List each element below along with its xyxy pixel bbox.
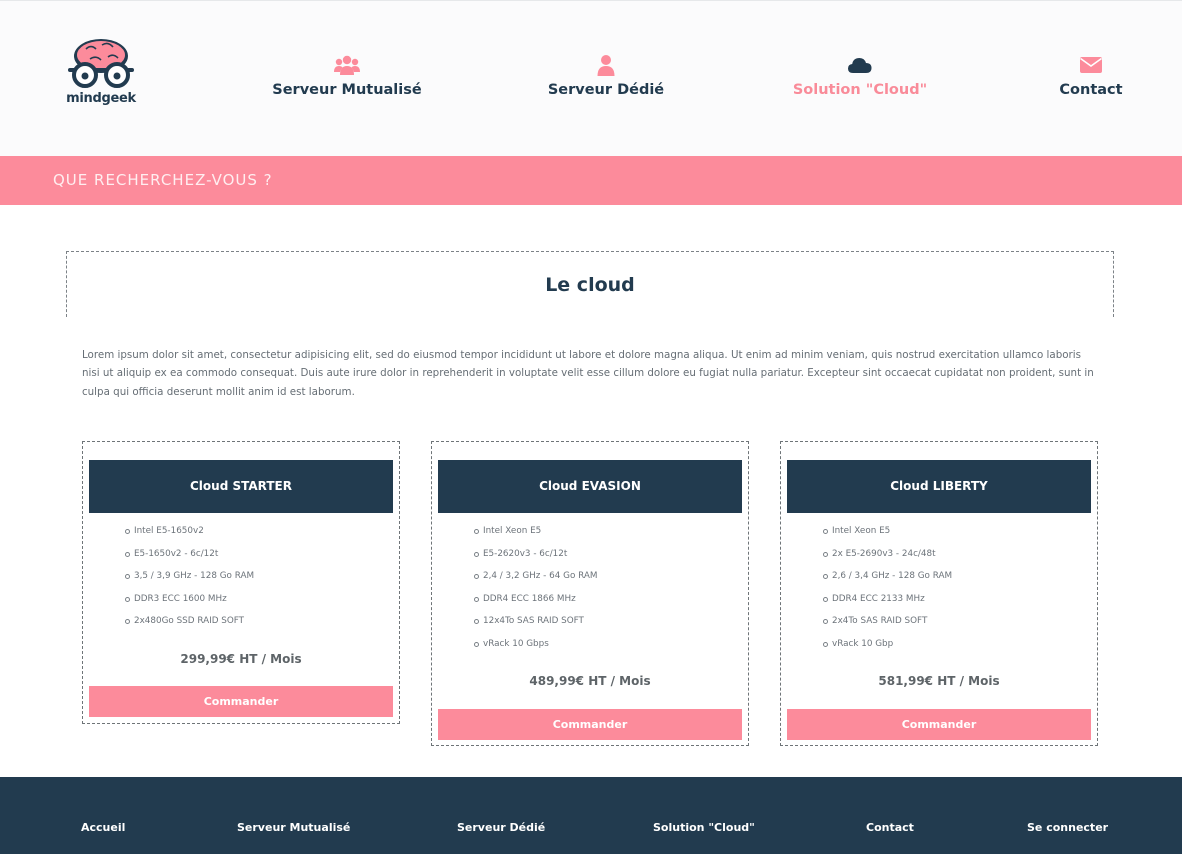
site-header: mindgeek Serveur Mutualisé Serveur Dédié… (0, 0, 1182, 156)
order-button[interactable]: Commander (787, 709, 1091, 740)
nav-label: Serveur Dédié (547, 82, 665, 98)
nav-serveur-dedie[interactable]: Serveur Dédié (536, 54, 676, 100)
footer-link-contact[interactable]: Contact (866, 821, 914, 834)
footer-link-se-connecter[interactable]: Se connecter (1027, 821, 1108, 834)
offer-price: 299,99€ HT / Mois (180, 652, 302, 666)
search-input[interactable] (42, 164, 1142, 196)
footer-link-solution-cloud[interactable]: Solution "Cloud" (653, 821, 755, 834)
envelope-icon (1080, 57, 1102, 73)
search-bar (0, 156, 1182, 205)
spec-item: 12x4To SAS RAID SOFT (474, 612, 598, 635)
offer-card-starter: Cloud STARTER Intel E5-1650v2 E5-1650v2 … (82, 441, 400, 724)
spec-item: Intel Xeon E5 (474, 522, 598, 545)
spec-list: Intel E5-1650v2 E5-1650v2 - 6c/12t 3,5 /… (125, 522, 254, 635)
logo-text: mindgeek (66, 91, 136, 106)
spec-item: 2x E5-2690v3 - 24c/48t (823, 545, 952, 568)
order-button[interactable]: Commander (89, 686, 393, 717)
spec-item: 2,6 / 3,4 GHz - 128 Go RAM (823, 567, 952, 590)
title-box: Le cloud (66, 251, 1114, 317)
footer-link-serveur-mutualise[interactable]: Serveur Mutualisé (237, 821, 350, 834)
user-icon (597, 55, 615, 76)
order-button[interactable]: Commander (438, 709, 742, 740)
offer-title: Cloud EVASION (438, 460, 742, 513)
nav-label: Solution "Cloud" (792, 82, 928, 98)
spec-item: 3,5 / 3,9 GHz - 128 Go RAM (125, 567, 254, 590)
spec-item: 2x480Go SSD RAID SOFT (125, 612, 254, 635)
spec-item: DDR3 ECC 1600 MHz (125, 590, 254, 613)
nav-solution-cloud[interactable]: Solution "Cloud" (782, 54, 938, 100)
users-icon (334, 55, 360, 75)
page-title: Le cloud (545, 274, 635, 296)
spec-item: Intel Xeon E5 (823, 522, 952, 545)
intro-text: Lorem ipsum dolor sit amet, consectetur … (82, 349, 1094, 398)
site-footer: Accueil Serveur Mutualisé Serveur Dédié … (0, 777, 1182, 854)
cloud-icon (848, 58, 872, 73)
logo[interactable]: mindgeek (64, 37, 138, 109)
spec-item: 2x4To SAS RAID SOFT (823, 612, 952, 635)
spec-list: Intel Xeon E5 E5-2620v3 - 6c/12t 2,4 / 3… (474, 522, 598, 657)
nav-label: Serveur Mutualisé (272, 82, 422, 98)
offer-card-evasion: Cloud EVASION Intel Xeon E5 E5-2620v3 - … (431, 441, 749, 746)
offer-title: Cloud STARTER (89, 460, 393, 513)
spec-item: vRack 10 Gbps (474, 635, 598, 658)
nav-contact[interactable]: Contact (1050, 54, 1132, 100)
offer-card-liberty: Cloud LIBERTY Intel Xeon E5 2x E5-2690v3… (780, 441, 1098, 746)
spec-item: DDR4 ECC 2133 MHz (823, 590, 952, 613)
brain-glasses-icon (68, 39, 134, 88)
nav-label: Contact (1059, 82, 1123, 98)
offer-price: 489,99€ HT / Mois (529, 674, 651, 688)
spec-item: E5-2620v3 - 6c/12t (474, 545, 598, 568)
spec-item: 2,4 / 3,2 GHz - 64 Go RAM (474, 567, 598, 590)
spec-list: Intel Xeon E5 2x E5-2690v3 - 24c/48t 2,6… (823, 522, 952, 657)
offer-price: 581,99€ HT / Mois (878, 674, 1000, 688)
footer-link-serveur-dedie[interactable]: Serveur Dédié (457, 821, 545, 834)
nav-serveur-mutualise[interactable]: Serveur Mutualisé (267, 54, 427, 100)
spec-item: vRack 10 Gbp (823, 635, 952, 658)
spec-item: DDR4 ECC 1866 MHz (474, 590, 598, 613)
spec-item: E5-1650v2 - 6c/12t (125, 545, 254, 568)
footer-link-accueil[interactable]: Accueil (81, 821, 125, 834)
spec-item: Intel E5-1650v2 (125, 522, 254, 545)
offer-title: Cloud LIBERTY (787, 460, 1091, 513)
